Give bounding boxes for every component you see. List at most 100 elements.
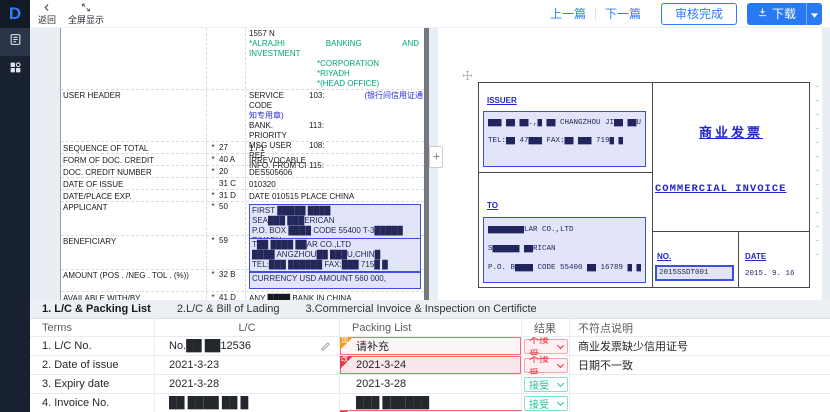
field-tag: 20	[219, 166, 245, 177]
chevron-down-icon	[557, 398, 564, 405]
sender-line: *(HEAD OFFICE)	[249, 79, 423, 89]
invoice-title-en: COMMERCIAL INVOICE	[655, 183, 786, 195]
lc-value-cell: 2021-3-28	[155, 375, 340, 393]
col-header-lc: L/C	[155, 319, 340, 336]
col-header-note: 不符点说明	[570, 319, 830, 336]
splitter-expand-button[interactable]	[429, 146, 443, 168]
prev-doc-link[interactable]: 上一篇	[550, 5, 586, 22]
packing-list-cell[interactable]: 加 请补充	[340, 337, 522, 355]
result-cell: 接受	[522, 375, 570, 393]
doc-field-row: FORM OF DOC. CREDIT * 40 A IRREVOCABLE	[61, 154, 424, 166]
beneficiary-line: T██ ████ ██AR CO.,LTD	[252, 240, 418, 250]
table-row: 2. Date of issue 2021-3-23 改 2021-3-24 不…	[30, 356, 830, 375]
move-handle-icon[interactable]	[462, 68, 473, 86]
field-value: DES505606	[245, 166, 424, 177]
mandatory-star: *	[207, 292, 219, 300]
field-label: USER HEADER	[61, 90, 207, 141]
to-label: TO	[487, 201, 498, 210]
note-cell[interactable]	[570, 394, 830, 412]
lc-value: 2021-3-28	[169, 378, 219, 390]
result-select[interactable]: 接受	[524, 377, 568, 392]
result-select[interactable]: 接受	[524, 396, 568, 411]
lc-value: ██ ████ ██ █	[169, 397, 248, 409]
fullscreen-button[interactable]: 全屏显示	[68, 3, 104, 25]
sidebar-item-documents[interactable]	[0, 28, 30, 56]
invoice-date-cell: DATE 2015. 9. 16	[739, 232, 809, 287]
field-label: BENEFICIARY	[61, 236, 207, 269]
toolbar: 返回 全屏显示 上一篇 下一篇 审核完成 下载	[30, 0, 830, 28]
link-divider	[595, 8, 596, 20]
invoice-no-highlight-box[interactable]: 2015SSDT001	[655, 265, 734, 281]
result-select[interactable]: 不接受	[524, 339, 568, 354]
col-header-result: 结果	[522, 319, 570, 336]
invoice-document-panel[interactable]: ISSUER ███ ██ ██.,█ ██ CHANGZHOU JI██ ██…	[438, 28, 822, 300]
to-highlight-box[interactable]: ████████LAR CO.,LTD S██████ ██RICAN P.O.…	[483, 217, 646, 283]
tab-commercial-invoice-inspection[interactable]: 3.Commercial Invoice & Inspection on Cer…	[306, 303, 537, 315]
download-button[interactable]: 下载	[747, 3, 806, 25]
note-cell[interactable]	[570, 375, 830, 393]
download-split-button[interactable]: 下载	[747, 3, 822, 25]
col-header-packing-list: Packing List	[340, 319, 522, 336]
field-tag: 27	[219, 142, 245, 153]
tab-lc-packing-list[interactable]: 1. L/C & Packing List	[42, 303, 151, 315]
result-value: 不接受	[529, 337, 558, 355]
doc-field-row: DOC. CREDIT NUMBER * 20 DES505606	[61, 166, 424, 178]
result-select[interactable]: 不接受	[524, 358, 568, 373]
badge-modified-label: 改	[341, 356, 348, 364]
mandatory-star: *	[207, 142, 219, 153]
field-label: AVAILABLE WITH/BY	[61, 292, 207, 300]
mandatory-star	[207, 178, 219, 189]
download-menu-button[interactable]	[806, 3, 822, 25]
amount-line: CURRENCY USD AMOUNT 560 000,	[252, 274, 418, 284]
field-value: 1 / 1	[245, 142, 424, 153]
result-cell: 接受	[522, 394, 570, 412]
issuer-section: ISSUER ███ ██ ██.,█ ██ CHANGZHOU JI██ ██…	[479, 83, 652, 173]
field-tag: 31 C	[219, 178, 245, 189]
packing-list-cell[interactable]: 2021-3-28	[340, 375, 522, 393]
note-cell[interactable]: 商业发票缺少信用证号	[570, 337, 830, 355]
lc-document-panel[interactable]: 1557 N *ALRAJHI BANKING AND INVESTMENT *…	[60, 28, 424, 300]
to-section: TO ████████LAR CO.,LTD S██████ ██RICAN P…	[479, 173, 652, 287]
mandatory-star: *	[207, 166, 219, 177]
field-value: 010320	[245, 178, 424, 189]
sidebar: D	[0, 0, 30, 412]
tab-lc-bill-of-lading[interactable]: 2.L/C & Bill of Lading	[177, 303, 280, 315]
packing-list-value: 2021-3-28	[356, 378, 406, 390]
highlighted-field[interactable]: CURRENCY USD AMOUNT 560 000,	[249, 272, 421, 289]
field-label: FORM OF DOC. CREDIT	[61, 154, 207, 165]
lc-value-cell: 2021-3-23	[155, 356, 340, 374]
term-cell: 2. Date of issue	[30, 356, 155, 374]
result-cell: 不接受	[522, 356, 570, 374]
note-cell[interactable]: 日期不一致	[570, 356, 830, 374]
highlighted-field[interactable]: T██ ████ ██AR CO.,LTD ████ ANGZHOU██ ███…	[249, 238, 421, 272]
term-cell: 4. Invoice No.	[30, 394, 155, 412]
issuer-highlight-box[interactable]: ███ ██ ██.,█ ██ CHANGZHOU JI██ ██U. C█ N…	[483, 111, 646, 167]
result-cell: 不接受	[522, 337, 570, 355]
packing-list-value: ███ ██████	[356, 397, 429, 409]
invoice-panel-scrollbar[interactable]	[816, 86, 819, 256]
applicant-line: FIRST █████ ████	[252, 206, 418, 216]
beneficiary-line: TEL:███ ██████ FAX:███ 715█ █	[252, 260, 418, 270]
edit-pen-icon[interactable]	[320, 341, 331, 352]
beneficiary-line: ████ ANGZHOU██ ███U,CHIN█	[252, 250, 418, 260]
chevron-down-icon	[557, 379, 564, 386]
caret-down-icon	[811, 7, 818, 21]
back-button[interactable]: 返回	[38, 3, 56, 25]
packing-list-cell[interactable]: 改 2021-3-24	[340, 356, 522, 374]
field-label: APPLICANT	[61, 202, 207, 235]
service-code-annotation: (银行间信用证通	[325, 91, 423, 111]
field-tag: 31 D	[219, 190, 245, 201]
sidebar-item-apps[interactable]	[0, 56, 30, 84]
back-label: 返回	[38, 16, 56, 25]
next-doc-link[interactable]: 下一篇	[605, 5, 641, 22]
sender-line: *CORPORATION	[249, 59, 423, 69]
lc-value: 2021-3-23	[169, 359, 219, 371]
result-value: 不接受	[529, 356, 558, 374]
mandatory-star: *	[207, 270, 219, 291]
msg-type-line: 1557 N	[249, 29, 423, 39]
field-tag: 32 B	[219, 270, 245, 291]
review-complete-button[interactable]: 审核完成	[661, 3, 737, 25]
applicant-line: SEA███ ███ERICAN	[252, 216, 418, 226]
app-logo: D	[0, 0, 30, 28]
invoice-date-value: 2015. 9. 16	[745, 270, 795, 278]
